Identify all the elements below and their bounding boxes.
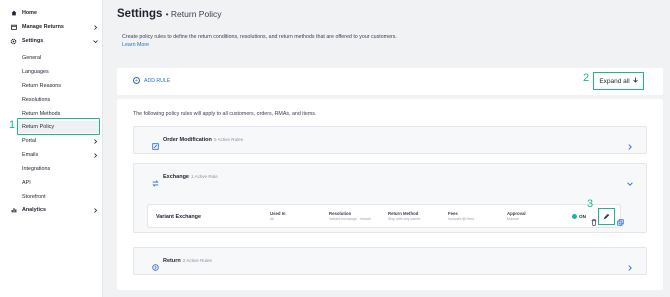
sidebar-item-label: Analytics <box>22 207 46 213</box>
sidebar-item-label: Integrations <box>22 166 51 172</box>
chevron-right-icon <box>92 152 98 158</box>
rule-group-order-modification[interactable]: Order Modification 0 Active Rules <box>133 126 647 154</box>
step-number-2: 2 <box>583 72 590 84</box>
rule-group-count: 1 Active Rule <box>190 174 218 179</box>
analytics-icon <box>10 207 17 214</box>
step-highlight-box <box>17 118 100 135</box>
sidebar-item-storefront[interactable]: Storefront <box>0 191 103 203</box>
edit-order-icon <box>152 137 159 150</box>
chevron-right-icon <box>92 138 98 144</box>
sidebar-item-label: Manage Returns <box>22 24 64 30</box>
rule-group-count: 2 Active Rules <box>182 258 212 263</box>
sidebar-item-general[interactable]: General <box>0 52 103 64</box>
sidebar-item-label: Return Reasons <box>22 83 61 89</box>
learn-more-link[interactable]: Learn More <box>122 42 149 48</box>
chevron-right-icon[interactable] <box>627 137 634 150</box>
step-number-3: 3 <box>587 198 594 210</box>
gear-icon <box>10 38 17 45</box>
add-rule-button[interactable]: + ADD RULE <box>133 77 170 84</box>
arrow-down-icon <box>632 77 638 85</box>
expand-all-label: Expand all <box>599 77 630 85</box>
sidebar-item-return-reasons[interactable]: Return Reasons <box>0 80 103 92</box>
exchange-icon <box>152 174 159 187</box>
sidebar-item-label: API <box>22 180 31 186</box>
rule-group-count: 0 Active Rules <box>213 137 243 142</box>
rule-group-name: Exchange 1 Active Rule <box>163 174 218 180</box>
chevron-down-icon <box>92 38 98 44</box>
column-value: Ship with any carrier <box>388 217 421 221</box>
column-header: Fees <box>448 211 458 216</box>
rules-intro: The following policy rules will apply to… <box>133 111 317 117</box>
rule-group-name: Order Modification 0 Active Rules <box>163 137 243 143</box>
sidebar-item-label: Storefront <box>22 194 46 200</box>
expand-all-button[interactable]: Expand all <box>593 72 644 90</box>
sidebar-item-label: Portal <box>22 138 37 144</box>
sidebar-item-languages[interactable]: Languages <box>0 66 103 78</box>
plus-icon: + <box>133 77 140 84</box>
column-value: Manual <box>507 217 519 221</box>
column-value: Includes $0 fees <box>448 217 475 221</box>
sidebar-item-label: Languages <box>22 69 49 75</box>
step-number-1: 1 <box>9 119 16 131</box>
column-header: Approval <box>507 211 526 216</box>
rule-row-variant-exchange[interactable]: Variant Exchange Used In All Resolution … <box>147 204 624 228</box>
column-header: Return Method <box>388 211 419 216</box>
edit-rule-button[interactable] <box>598 208 615 225</box>
rule-status-toggle[interactable]: ON <box>572 214 586 219</box>
sidebar-item-label: Emails <box>22 152 39 158</box>
column-header: Used In <box>270 211 286 216</box>
sidebar-item-home[interactable]: Home <box>0 7 103 19</box>
trash-icon[interactable] <box>591 213 597 226</box>
rule-group-title: Order Modification <box>163 137 212 143</box>
sidebar-item-label: General <box>22 55 42 61</box>
status-dot-icon <box>572 214 577 219</box>
page-title: Settings • Return Policy <box>117 8 221 20</box>
rule-group-header: Order Modification 0 Active Rules <box>134 127 646 155</box>
chevron-right-icon <box>92 24 98 30</box>
sidebar-item-resolutions[interactable]: Resolutions <box>0 94 103 106</box>
sidebar-item-portal[interactable]: Portal <box>0 135 103 147</box>
sidebar-item-settings[interactable]: Settings <box>0 35 103 47</box>
home-icon <box>10 10 17 17</box>
rule-group-header: Exchange 1 Active Rule <box>134 164 646 192</box>
sidebar-item-emails[interactable]: Emails <box>0 149 103 161</box>
rule-column-return-method: Return Method Ship with any carrier <box>388 211 421 221</box>
rule-column-fees: Fees Includes $0 fees <box>448 211 474 221</box>
breadcrumb: Return Policy <box>170 9 222 19</box>
sidebar-item-label: Home <box>22 10 37 16</box>
sidebar-item-manage-returns[interactable]: Manage Returns <box>0 21 103 33</box>
add-rule-label: ADD RULE <box>144 77 171 84</box>
rule-column-resolution: Resolution Variant exchange - Instant <box>329 211 371 221</box>
sidebar-item-integrations[interactable]: Integrations <box>0 163 103 175</box>
sidebar: Home Manage Returns Settings General Lan… <box>0 0 103 297</box>
column-header: Resolution <box>329 211 352 216</box>
pencil-icon <box>603 213 610 220</box>
page-title-text: Settings <box>117 8 163 20</box>
rule-group-title: Exchange <box>163 174 189 180</box>
column-value: All <box>270 217 274 221</box>
sidebar-item-label: Return Methods <box>22 111 61 117</box>
rule-column-approval: Approval Manual <box>507 211 526 221</box>
chevron-right-icon <box>92 207 98 213</box>
rule-name: Variant Exchange <box>156 214 201 220</box>
rules-card: The following policy rules will apply to… <box>117 99 663 290</box>
duplicate-icon[interactable] <box>617 213 624 226</box>
rule-group-header: Return 2 Active Rules <box>134 248 646 276</box>
return-icon <box>152 258 159 271</box>
rule-group-title: Return <box>163 258 181 264</box>
page-description: Create policy rules to define the return… <box>122 34 397 40</box>
chevron-down-icon[interactable] <box>627 174 634 186</box>
rule-column-used-in: Used In All <box>270 211 286 221</box>
rule-group-return[interactable]: Return 2 Active Rules <box>133 247 647 275</box>
returns-icon <box>10 24 17 31</box>
toolbar-card: + ADD RULE Expand all <box>117 68 663 95</box>
sidebar-item-analytics[interactable]: Analytics <box>0 204 103 216</box>
column-value: Variant exchange - Instant <box>329 217 371 221</box>
sidebar-item-api[interactable]: API <box>0 177 103 189</box>
rule-group-name: Return 2 Active Rules <box>163 258 212 264</box>
chevron-right-icon[interactable] <box>627 258 634 271</box>
sidebar-item-label: Settings <box>22 38 44 44</box>
status-label: ON <box>579 214 586 219</box>
sidebar-item-label: Resolutions <box>22 97 51 103</box>
